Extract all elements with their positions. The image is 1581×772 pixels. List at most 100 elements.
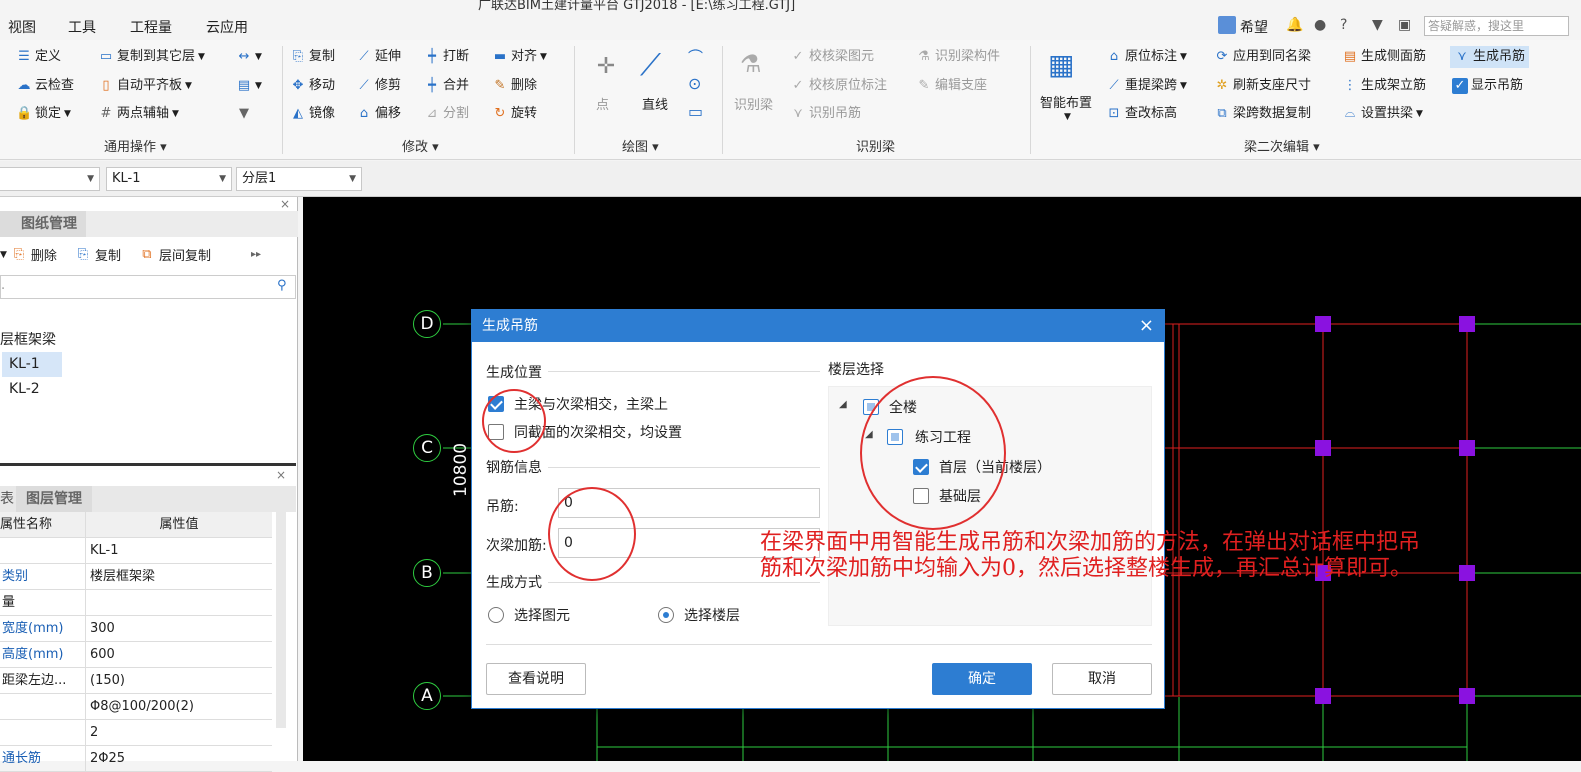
group-secondary[interactable]: 梁二次编辑 ▾ (1244, 136, 1320, 155)
table-row[interactable]: 高度(mm) 600 (0, 642, 272, 668)
span-copy-button[interactable]: ⧉ 梁跨数据复制 (1214, 103, 1311, 125)
tree-item-kl1[interactable]: KL-1 (2, 352, 62, 377)
layer-menu-button[interactable]: ▤ ▼ (236, 75, 262, 97)
method-select-floor-label[interactable]: 选择楼层 (684, 605, 740, 625)
help-icon[interactable]: ? (1340, 17, 1347, 33)
identify-hanger-button[interactable]: ⋎ 识别吊筋 (790, 103, 861, 125)
tree-item-kl2[interactable]: KL-2 (9, 381, 40, 397)
frame-rebar-button[interactable]: ⋮ 生成架立筋 (1342, 75, 1427, 97)
user-name[interactable]: 希望 (1240, 17, 1268, 37)
property-scrollbar[interactable] (276, 512, 286, 728)
method-select-element-radio[interactable] (488, 607, 504, 623)
edit-support-button[interactable]: ✎ 编辑支座 (916, 75, 987, 97)
group-modify[interactable]: 修改 ▾ (402, 136, 439, 155)
table-row[interactable]: Φ8@100/200(2) (0, 694, 272, 720)
bell-icon[interactable]: 🔔 (1286, 17, 1303, 33)
table-row[interactable]: 距梁左边... (150) (0, 668, 272, 694)
group-draw[interactable]: 绘图 ▾ (622, 136, 659, 155)
menu-view[interactable]: 视图 (8, 17, 36, 37)
smart-layout-icon[interactable]: ▦ (1048, 48, 1074, 81)
trim-button[interactable]: ⟋ 修剪 (356, 75, 401, 97)
cloud-check-button[interactable]: ☁ 云检查 (16, 75, 75, 97)
upload-icon[interactable]: ▣ (1398, 17, 1411, 33)
tree-group-label[interactable]: 层框架梁 (0, 329, 56, 349)
split-button[interactable]: ⊿ 分割 (424, 103, 469, 125)
copy-button[interactable]: ⎘ 复制 (290, 46, 335, 68)
tab-property-list[interactable]: 表 (0, 486, 14, 512)
identify-component-button[interactable]: ⚗ 识别梁构件 (916, 46, 1000, 68)
circle-icon[interactable]: ⊙ (688, 74, 701, 93)
break-button[interactable]: ┿ 打断 (424, 46, 469, 68)
tab-left-stub[interactable] (0, 211, 12, 237)
delete-button[interactable]: ✎ 删除 (492, 75, 537, 97)
move-button[interactable]: ✥ 移动 (290, 75, 335, 97)
component-select[interactable]: KL-1 ▼ (106, 167, 232, 191)
menu-cloud[interactable]: 云应用 (206, 17, 248, 37)
table-row[interactable]: KL-1 (0, 538, 272, 564)
define-button[interactable]: ☰ 定义 (16, 46, 61, 68)
smart-layout-arrow[interactable]: ▼ (1064, 112, 1071, 122)
method-select-floor-radio[interactable] (658, 607, 674, 623)
group-common-ops[interactable]: 通用操作 ▾ (104, 136, 167, 155)
lock-button[interactable]: 🔒 锁定 ▼ (16, 103, 71, 125)
ok-button[interactable]: 确定 (932, 663, 1032, 695)
dialog-title-bar[interactable]: 生成吊筋 × (472, 310, 1164, 342)
re-span-button[interactable]: ⟋ 重提梁跨 ▼ (1106, 75, 1187, 97)
check-beam-button[interactable]: ✓ 校核梁图元 (790, 46, 874, 68)
offset-button[interactable]: ⌂ 偏移 (356, 103, 401, 125)
menu-quantity[interactable]: 工程量 (130, 17, 172, 37)
original-mark-button[interactable]: ⌂ 原位标注 ▼ (1106, 46, 1187, 68)
tab-drawing-management[interactable]: 图纸管理 (12, 211, 86, 237)
search-icon[interactable]: ⚲ (277, 278, 287, 293)
chat-icon[interactable]: ● (1314, 17, 1326, 33)
align-button[interactable]: ▬ 对齐 ▼ (492, 46, 547, 68)
close-icon[interactable]: × (276, 468, 286, 482)
user-avatar[interactable] (1218, 16, 1236, 34)
menu-tools[interactable]: 工具 (68, 17, 96, 37)
extend-button[interactable]: ⟋ 延伸 (356, 46, 401, 68)
help-search-input[interactable]: 答疑解惑，搜这里 (1424, 16, 1569, 36)
mirror-button[interactable]: ◭ 镜像 (290, 103, 335, 125)
two-point-axis-button[interactable]: # 两点辅轴 ▼ (98, 103, 179, 125)
table-row[interactable]: 宽度(mm) 300 (0, 616, 272, 642)
panel-delete-button[interactable]: 删除 (31, 245, 57, 264)
table-row[interactable]: 类别 楼层框架梁 (0, 564, 272, 590)
line-icon[interactable]: ⟋ (640, 48, 676, 88)
check-original-button[interactable]: ✓ 校核原位标注 (790, 75, 887, 97)
check-elevation-button[interactable]: ⊡ 查改标高 (1106, 103, 1177, 125)
dimension-menu-button[interactable]: ↔ ▼ (236, 46, 262, 68)
panel-floor-copy-button[interactable]: 层间复制 (159, 245, 211, 264)
auto-level-button[interactable]: ▯ 自动平齐板 ▼ (98, 75, 192, 97)
layer-select[interactable]: 分层1 ▼ (236, 167, 362, 191)
filter-button[interactable]: ▼ (236, 103, 252, 125)
point-icon[interactable]: ✛ (588, 54, 624, 90)
table-row[interactable]: 通长筋 2Φ25 (0, 746, 272, 772)
panel-copy-button[interactable]: 复制 (95, 245, 121, 264)
generate-hanger-button[interactable]: ⋎ 生成吊筋 (1450, 46, 1530, 68)
close-icon[interactable]: × (280, 197, 290, 211)
merge-button[interactable]: ┿ 合并 (424, 75, 469, 97)
close-icon[interactable]: × (1139, 310, 1154, 342)
rotate-button[interactable]: ↻ 旋转 (492, 103, 537, 125)
tab-layer-management[interactable]: 图层管理 (16, 486, 92, 512)
more-icon[interactable]: ▸▸ (251, 249, 261, 260)
apply-same-name-button[interactable]: ⟳ 应用到同名梁 (1214, 46, 1311, 68)
view-help-button[interactable]: 查看说明 (486, 663, 586, 695)
set-arch-button[interactable]: ⌓ 设置拱梁 ▼ (1342, 103, 1423, 125)
table-row[interactable]: 量 (0, 590, 272, 616)
cancel-button[interactable]: 取消 (1052, 663, 1152, 695)
method-select-element-label[interactable]: 选择图元 (514, 605, 570, 625)
copy-to-floor-button[interactable]: ▭ 复制到其它层 ▼ (98, 46, 205, 68)
identify-beam-icon[interactable]: ⚗ (740, 50, 762, 78)
smart-layout-label[interactable]: 智能布置 (1040, 92, 1092, 111)
arc-icon[interactable]: ⌒ (688, 46, 703, 67)
side-rebar-button[interactable]: ▤ 生成侧面筋 (1342, 46, 1426, 68)
rect-icon[interactable]: ▭ (688, 102, 703, 121)
show-hanger-toggle[interactable]: ✓ 显示吊筋 (1452, 75, 1523, 97)
table-row[interactable]: 2 (0, 720, 272, 746)
refresh-support-button[interactable]: ✲ 刷新支座尺寸 (1214, 75, 1311, 97)
shirt-icon[interactable]: ▼ (1372, 17, 1383, 33)
collapse-icon[interactable]: ◢ (839, 399, 847, 410)
category-select[interactable]: ▼ (0, 167, 100, 191)
panel-search-input[interactable]: . ⚲ (0, 275, 296, 299)
